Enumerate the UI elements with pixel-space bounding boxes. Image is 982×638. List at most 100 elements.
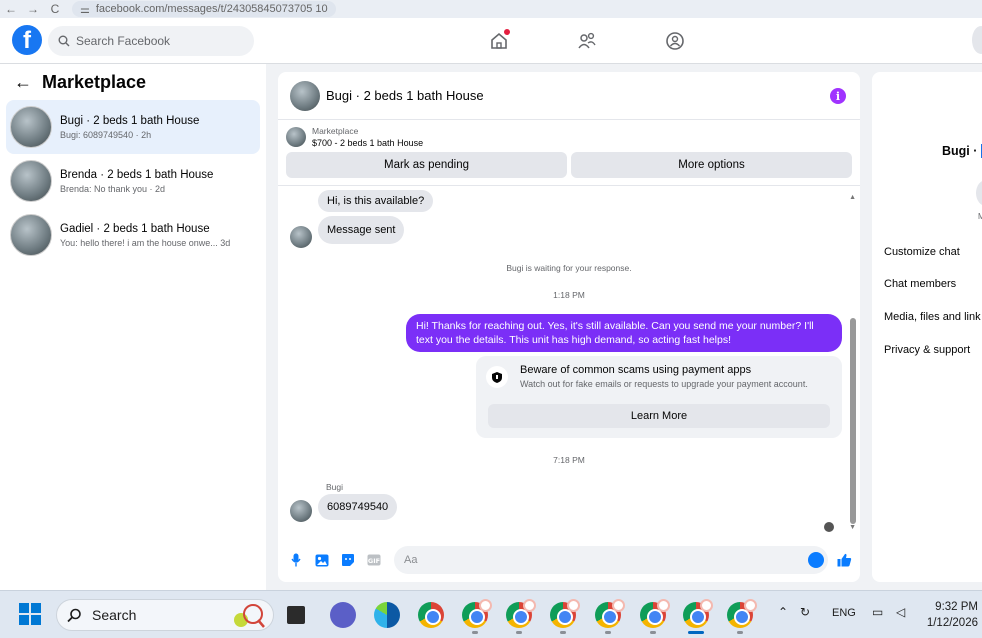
url-text: facebook.com/messages/t/24305845073705 1… — [95, 3, 328, 15]
groups-icon[interactable] — [662, 28, 688, 54]
info-icon[interactable]: i — [830, 88, 846, 104]
scrollbar-thumb[interactable] — [850, 318, 856, 524]
conversation-name: Gadiel · 2 beds 1 bath House — [60, 222, 210, 235]
chrome-profile-icon[interactable] — [506, 599, 536, 628]
notification-dot — [504, 29, 510, 35]
account-icon[interactable] — [972, 26, 982, 54]
profile-badge-icon — [657, 599, 670, 612]
scam-warning-card: Beware of common scams using payment app… — [476, 356, 842, 438]
conversation-name: Brenda · 2 beds 1 bath House — [60, 168, 214, 181]
conversation-list: ← Marketplace Bugi · 2 beds 1 bath House… — [0, 64, 266, 590]
running-indicator — [560, 631, 566, 634]
sync-icon[interactable]: ↻ — [800, 605, 810, 619]
chrome-profile-icon[interactable] — [683, 599, 713, 628]
chrome-icon[interactable] — [418, 602, 444, 628]
back-arrow-icon[interactable]: ← — [14, 72, 32, 93]
avatar[interactable] — [290, 80, 320, 111]
listing-banner: Marketplace $700 - 2 beds 1 bath House M… — [278, 120, 860, 186]
conversation-name: Bugi · 2 beds 1 bath House — [60, 114, 200, 127]
conversation-item[interactable]: Bugi · 2 beds 1 bath House Bugi: 6089749… — [6, 100, 260, 154]
learn-more-button[interactable]: Learn More — [488, 404, 830, 428]
incoming-message[interactable]: 6089749540 — [318, 494, 398, 520]
svg-text:GIF: GIF — [368, 557, 380, 565]
taskbar-search[interactable]: Search — [56, 599, 274, 631]
running-indicator — [737, 631, 743, 634]
listing-thumbnail[interactable] — [286, 127, 306, 147]
search-icon — [67, 608, 81, 622]
profile-badge-icon — [479, 599, 492, 612]
chat-title[interactable]: Bugi · 2 beds 1 bath House — [326, 88, 484, 103]
profile-badge-icon — [567, 599, 580, 612]
customize-chat-item[interactable]: Customize chat — [884, 246, 960, 258]
listing-title[interactable]: $700 - 2 beds 1 bath House — [312, 138, 423, 148]
emoji-icon[interactable] — [808, 552, 824, 568]
chrome-profile-icon[interactable] — [727, 599, 757, 628]
contact-name: Bugi · 2 — [942, 144, 982, 158]
search-icon — [58, 35, 70, 47]
chrome-profile-icon[interactable] — [640, 599, 670, 628]
show-hidden-icons-icon[interactable]: ⌃ — [778, 605, 788, 619]
timestamp: 1:18 PM — [553, 290, 585, 300]
search-placeholder: Search Facebook — [76, 34, 171, 48]
marketplace-header: ← Marketplace — [0, 64, 266, 100]
photo-icon[interactable] — [314, 552, 330, 568]
media-files-links-item[interactable]: Media, files and link — [884, 311, 981, 323]
running-indicator — [605, 631, 611, 634]
windows-start-icon[interactable] — [19, 603, 41, 625]
conversation-item[interactable]: Gadiel · 2 beds 1 bath House You: hello … — [6, 208, 260, 262]
like-thumb-icon[interactable] — [836, 552, 852, 568]
scroll-up-arrow-icon[interactable]: ▲ — [849, 194, 856, 201]
outgoing-message[interactable]: Hi! Thanks for reaching out. Yes, it's s… — [406, 314, 842, 352]
facebook-header: f Search Facebook — [0, 18, 982, 64]
running-indicator — [650, 631, 656, 634]
reload-button[interactable]: C — [44, 2, 66, 16]
search-input[interactable]: Search Facebook — [48, 26, 254, 56]
volume-icon[interactable]: ◁ — [896, 605, 905, 619]
avatar — [290, 226, 312, 248]
incoming-message[interactable]: Message sent — [318, 216, 405, 244]
timestamp: 7:18 PM — [553, 455, 585, 465]
address-bar[interactable]: ⚌ facebook.com/messages/t/24305845073705… — [72, 1, 336, 17]
gif-icon[interactable]: GIF — [366, 552, 382, 568]
scroll-down-arrow-icon[interactable]: ▼ — [849, 524, 856, 531]
forward-button[interactable]: → — [22, 2, 44, 16]
conversation-preview: Brenda: No thank you · 2d — [60, 183, 166, 194]
chrome-profile-icon[interactable] — [550, 599, 580, 628]
incoming-message[interactable]: Hi, is this available? — [318, 190, 434, 212]
search-highlight-icon — [234, 604, 265, 628]
profile-button[interactable] — [976, 180, 982, 206]
chrome-profile-icon[interactable] — [462, 599, 492, 628]
message-placeholder: Aa — [404, 554, 418, 566]
chat-header: Bugi · 2 beds 1 bath House i — [278, 72, 860, 120]
clock-date: 1/12/2026 — [926, 617, 978, 629]
privacy-support-item[interactable]: Privacy & support — [884, 344, 970, 356]
task-view-icon[interactable] — [287, 606, 305, 624]
system-clock[interactable]: 9:32 PM 1/12/2026 — [927, 599, 978, 631]
chrome-profile-icon[interactable] — [595, 599, 625, 628]
back-button[interactable]: ← — [0, 2, 22, 16]
mark-pending-button[interactable]: Mark as pending — [286, 152, 567, 178]
scam-warning-text: Watch out for fake emails or requests to… — [520, 379, 808, 389]
edge-icon[interactable] — [374, 602, 400, 628]
seen-avatar — [824, 522, 834, 532]
network-icon[interactable]: ▭ — [872, 605, 883, 619]
page-title: Marketplace — [42, 71, 147, 92]
more-options-button[interactable]: More options — [571, 152, 852, 178]
home-icon[interactable] — [486, 28, 512, 54]
teams-icon[interactable] — [330, 602, 356, 628]
conversation-item[interactable]: Brenda · 2 beds 1 bath House Brenda: No … — [6, 154, 260, 208]
language-indicator[interactable]: ENG — [832, 607, 856, 619]
sender-name: Bugi — [326, 482, 344, 492]
conversation-preview: You: hello there! i am the house onwe...… — [60, 237, 231, 248]
avatar — [10, 106, 52, 148]
message-input[interactable]: Aa — [394, 546, 828, 574]
microphone-icon[interactable] — [288, 552, 304, 568]
chat-members-item[interactable]: Chat members — [884, 278, 956, 290]
waiting-notice: Bugi is waiting for your response. — [506, 263, 632, 273]
profile-button-label: M — [978, 212, 982, 221]
friends-icon[interactable] — [574, 28, 600, 54]
sticker-icon[interactable] — [340, 552, 356, 568]
site-settings-icon[interactable]: ⚌ — [80, 3, 90, 16]
facebook-logo-icon[interactable]: f — [12, 25, 42, 55]
scam-warning-title: Beware of common scams using payment app… — [520, 364, 752, 376]
